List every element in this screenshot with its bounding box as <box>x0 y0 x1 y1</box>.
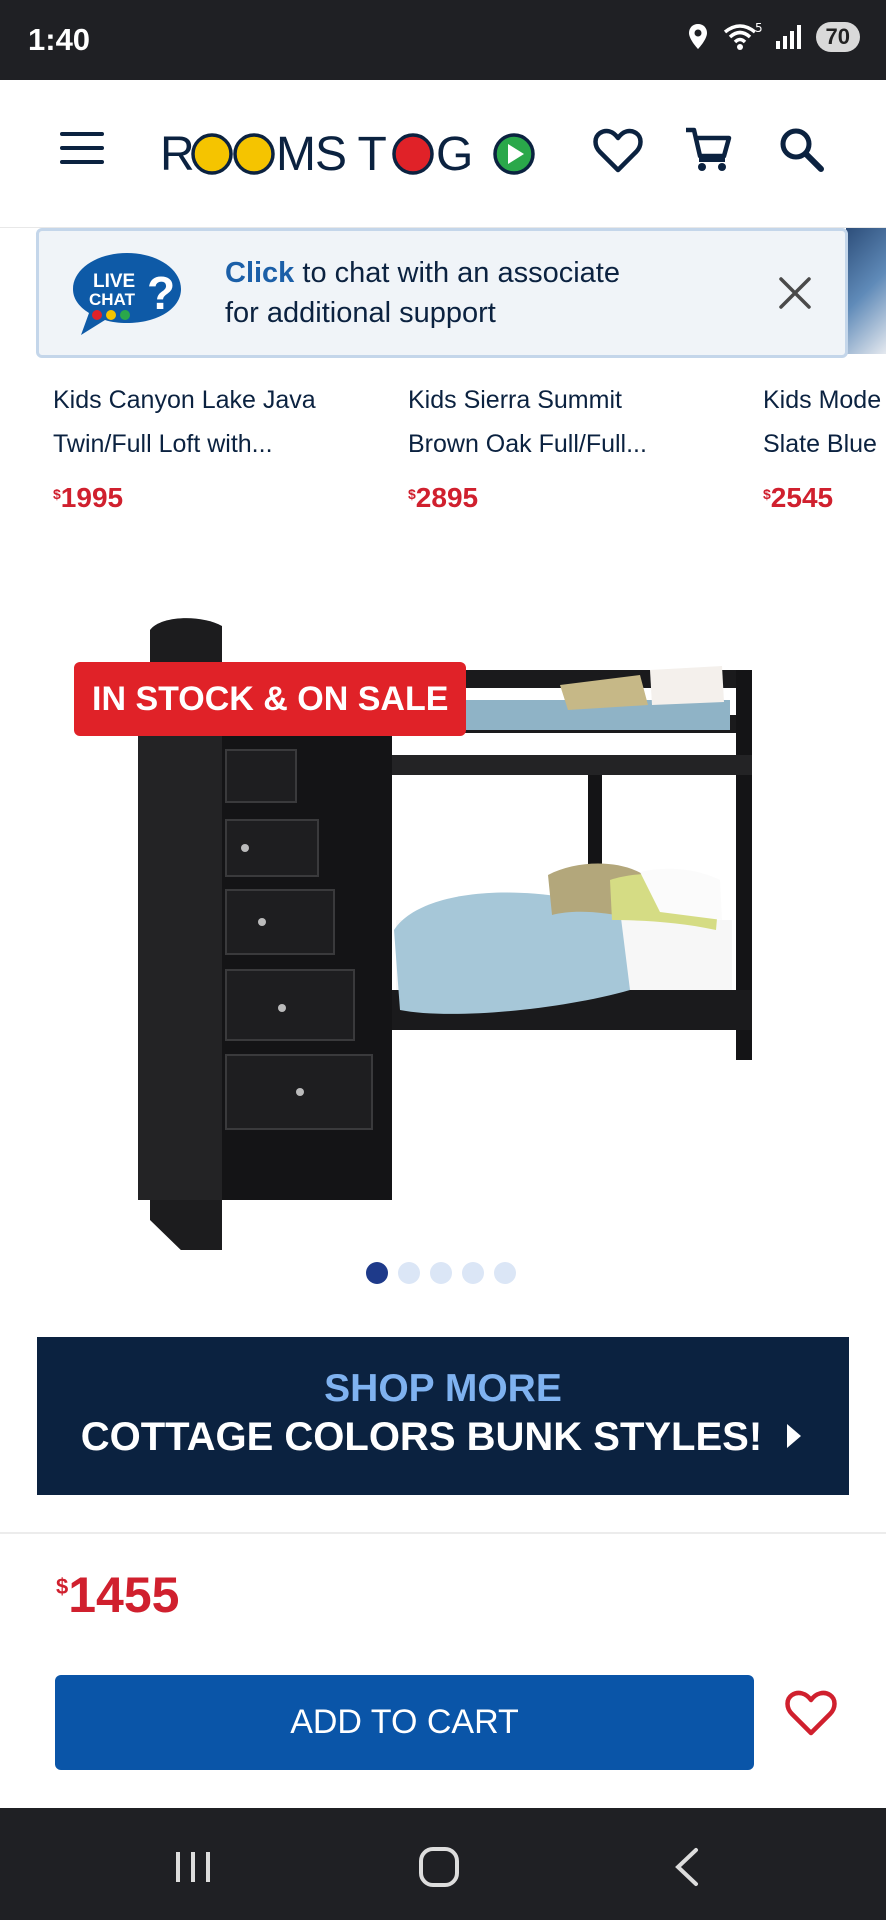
add-to-cart-button[interactable]: ADD TO CART <box>55 1675 754 1770</box>
svg-text:?: ? <box>147 267 175 319</box>
recommendation-price: $2895 <box>408 482 738 514</box>
recommendation-card[interactable]: Kids Canyon Lake Java Twin/Full Loft wit… <box>53 378 383 514</box>
status-icons: 5 70 <box>686 22 860 52</box>
favorite-heart-icon[interactable] <box>784 1688 838 1738</box>
pager-dot[interactable] <box>366 1262 388 1284</box>
location-icon <box>688 24 707 49</box>
recommendation-price: $1995 <box>53 482 383 514</box>
battery-level: 70 <box>825 24 850 49</box>
wifi-icon: 5 <box>723 22 762 50</box>
recommendation-name-line2: Twin/Full Loft with... <box>53 430 273 458</box>
chat-line2: for additional support <box>225 297 496 329</box>
recommendation-name-line1: Kids Sierra Summit <box>408 386 622 414</box>
svg-text:MS T: MS T <box>276 128 386 181</box>
pager-dot[interactable] <box>430 1262 452 1284</box>
battery-icon: 70 <box>815 22 860 52</box>
recommendation-card[interactable]: Kids Sierra Summit Brown Oak Full/Full..… <box>408 378 738 514</box>
recommendation-name-line2: Brown Oak Full/Full... <box>408 430 647 458</box>
home-icon[interactable] <box>414 1842 464 1892</box>
product-page: 1:40 5 70 R MS T G Kids Canyon Lake Java… <box>0 0 886 1920</box>
live-chat-icon: LIVE CHAT ? <box>73 253 181 335</box>
price-value: 2895 <box>415 482 479 513</box>
heart-icon[interactable] <box>592 124 644 176</box>
pager-dot[interactable] <box>462 1262 484 1284</box>
recommendation-name-line2: Slate Blue <box>763 430 877 458</box>
brand-logo[interactable]: R MS T G <box>160 122 540 182</box>
back-icon[interactable] <box>664 1842 714 1892</box>
chevron-right-icon <box>787 1424 802 1448</box>
price-value: 2545 <box>770 482 834 513</box>
svg-text:G: G <box>436 128 472 181</box>
svg-text:R: R <box>160 128 194 181</box>
product-price: $1455 <box>56 1566 179 1624</box>
shop-more-title: SHOP MORE <box>324 1367 562 1410</box>
currency-symbol: $ <box>408 486 416 502</box>
recommendation-price: $2545 <box>763 482 886 514</box>
sale-badge: IN STOCK & ON SALE <box>74 662 467 736</box>
signal-icon <box>775 25 801 49</box>
search-icon[interactable] <box>776 124 828 176</box>
shop-more-subtitle: COTTAGE COLORS BUNK STYLES! <box>37 1415 849 1460</box>
currency-symbol: $ <box>763 486 771 502</box>
currency-symbol: $ <box>53 486 61 502</box>
status-time: 1:40 <box>28 22 91 57</box>
pager-dot[interactable] <box>398 1262 420 1284</box>
section-divider <box>0 1532 886 1534</box>
pager-dot[interactable] <box>494 1262 516 1284</box>
live-chat-banner[interactable]: LIVE CHAT ? Click to chat with an associ… <box>36 228 848 358</box>
svg-text:5: 5 <box>755 22 762 35</box>
shop-more-subtitle-text: COTTAGE COLORS BUNK STYLES! <box>80 1415 763 1459</box>
svg-text:CHAT: CHAT <box>89 290 136 309</box>
price-value: 1995 <box>60 482 124 513</box>
system-nav-bar <box>0 1808 886 1920</box>
rooms-to-go-logo: R MS T G <box>160 128 535 181</box>
close-icon[interactable] <box>775 273 815 313</box>
price-value: 1455 <box>68 1567 180 1623</box>
chat-line1: to chat with an associate <box>302 257 620 289</box>
chat-click-label: Click <box>225 257 295 289</box>
recommendation-card[interactable]: Kids Mode Slate Blue $2545 <box>763 378 886 514</box>
menu-icon[interactable] <box>60 132 106 166</box>
recent-apps-icon[interactable] <box>168 1842 218 1892</box>
status-bar: 1:40 5 70 <box>0 0 886 80</box>
app-header: R MS T G <box>0 80 886 228</box>
recommendation-name-line1: Kids Mode <box>763 386 882 414</box>
image-pager[interactable] <box>366 1262 516 1284</box>
svg-text:LIVE: LIVE <box>93 271 135 292</box>
shop-more-banner[interactable]: SHOP MORE COTTAGE COLORS BUNK STYLES! <box>37 1337 849 1495</box>
cart-icon[interactable] <box>682 124 734 176</box>
recommendation-thumbnail[interactable] <box>846 228 886 354</box>
currency-symbol: $ <box>56 1574 69 1599</box>
live-chat-text[interactable]: Click to chat with an associate for addi… <box>225 253 745 333</box>
recommendation-name-line1: Kids Canyon Lake Java <box>53 386 316 414</box>
